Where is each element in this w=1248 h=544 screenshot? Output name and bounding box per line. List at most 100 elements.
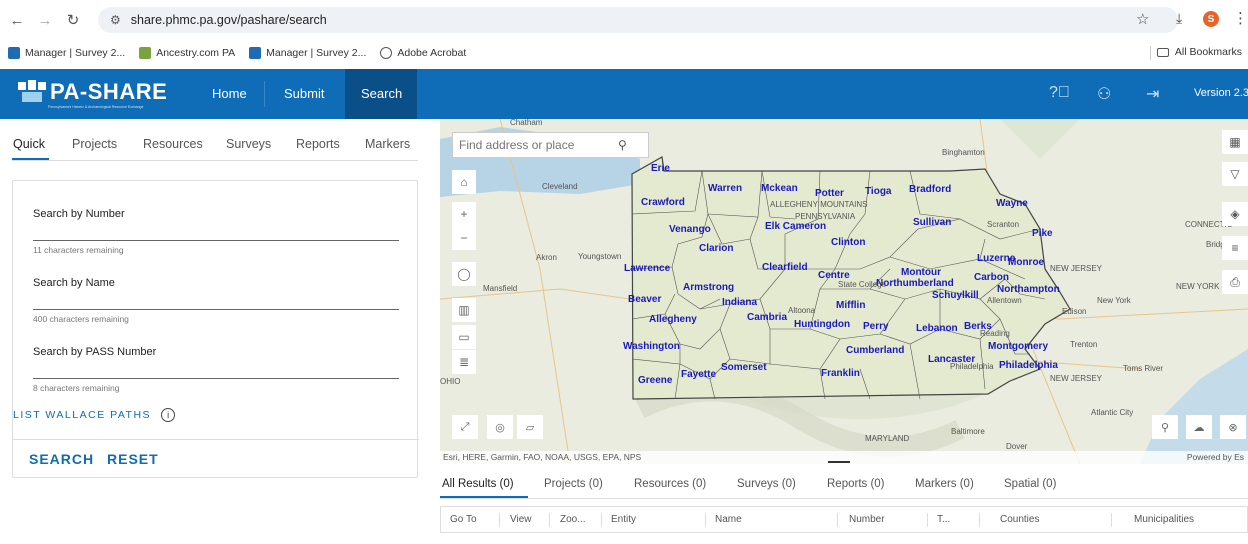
draw-polygon-icon[interactable]: ▱ [517, 415, 543, 439]
address-bar[interactable]: ⚙ share.phmc.pa.gov/pashare/search [98, 7, 1178, 33]
info-icon[interactable]: i [161, 408, 176, 422]
all-bookmarks-button[interactable]: All Bookmarks [1156, 46, 1242, 58]
pa-share-logo[interactable]: PA-SHARE [18, 79, 167, 105]
map-search-tool-icon[interactable]: ⚲ [1152, 415, 1178, 439]
column-header[interactable]: View [510, 514, 532, 525]
search-icon[interactable]: ⚲ [618, 138, 627, 152]
search-by-name-input[interactable] [33, 309, 399, 310]
layers-icon[interactable]: ◈ [1222, 202, 1248, 226]
tab-projects[interactable]: Projects [72, 137, 117, 151]
map-address-search[interactable]: ⚲ [452, 132, 649, 158]
forward-arrow-icon[interactable]: → [34, 9, 56, 31]
svg-text:Beaver: Beaver [628, 294, 661, 305]
svg-text:Venango: Venango [669, 224, 711, 235]
svg-text:Mckean: Mckean [761, 183, 798, 194]
measure-icon[interactable]: ▭ [452, 325, 476, 349]
bookmark-star-icon[interactable]: ☆ [1136, 10, 1149, 28]
column-header[interactable]: Name [715, 514, 742, 525]
tab-resources[interactable]: Resources [143, 137, 203, 151]
bookmark-item[interactable]: Ancestry.com PA [139, 47, 235, 59]
search-button[interactable]: SEARCH [29, 451, 94, 467]
nav-submit[interactable]: Submit [268, 69, 340, 119]
column-header[interactable]: Municipalities [1134, 514, 1194, 525]
column-separator [705, 513, 706, 527]
tab-projects-results[interactable]: Projects (0) [544, 478, 603, 490]
svg-text:Greene: Greene [638, 375, 673, 386]
download-icon[interactable]: ⤓ [1176, 10, 1182, 27]
basemap-gallery-icon[interactable]: ▦ [1222, 130, 1248, 154]
logo-subtitle: Pennsylvania's Historic & Archaeological… [48, 105, 144, 109]
tab-resources-results[interactable]: Resources (0) [634, 478, 706, 490]
svg-text:Wayne: Wayne [996, 198, 1028, 209]
profile-avatar[interactable]: S [1203, 11, 1219, 27]
column-header[interactable]: Number [849, 514, 885, 525]
map-view[interactable]: Erie Warren Mckean Potter Tioga Bradford… [440, 119, 1248, 464]
list-wallace-paths-link[interactable]: LIST WALLACE PATHS i [13, 408, 176, 422]
user-icon[interactable]: ⚇ [1097, 84, 1111, 104]
clear-icon[interactable]: ⊗ [1220, 415, 1246, 439]
powered-by-link[interactable]: Powered by Es [1187, 451, 1244, 464]
nav-home[interactable]: Home [196, 69, 263, 119]
svg-text:Bradford: Bradford [909, 184, 951, 195]
tab-markers[interactable]: Markers [365, 137, 410, 151]
trash-icon[interactable]: ▥ [452, 298, 476, 322]
svg-text:Tioga: Tioga [865, 186, 892, 197]
fullscreen-icon[interactable]: ⤢ [452, 415, 478, 439]
column-separator [927, 513, 928, 527]
search-by-pass-input[interactable] [33, 378, 399, 379]
bookmark-item[interactable]: Manager | Survey 2... [249, 47, 366, 59]
folder-icon [1156, 47, 1169, 57]
bookmarks-bar: Manager | Survey 2... Ancestry.com PA Ma… [0, 40, 1248, 66]
bookmark-item[interactable]: Adobe Acrobat [380, 47, 466, 59]
tab-reports-results[interactable]: Reports (0) [827, 478, 885, 490]
logout-icon[interactable]: ⇥ [1146, 84, 1159, 104]
select-feature-icon[interactable]: ◎ [487, 415, 513, 439]
tab-quick[interactable]: Quick [13, 137, 45, 151]
search-by-pass-label: Search by PASS Number [33, 346, 157, 358]
column-header[interactable]: T... [937, 514, 950, 525]
menu-kebab-icon[interactable]: ⋮ [1233, 9, 1248, 27]
tab-surveys-results[interactable]: Surveys (0) [737, 478, 796, 490]
svg-text:NEW YORK: NEW YORK [1176, 282, 1220, 291]
map-search-input[interactable] [453, 138, 618, 152]
reload-icon[interactable]: ↻ [62, 9, 84, 31]
tab-spatial-results[interactable]: Spatial (0) [1004, 478, 1056, 490]
column-header[interactable]: Zoo... [560, 514, 586, 525]
name-chars-remaining: 400 characters remaining [33, 314, 129, 324]
nav-search[interactable]: Search [345, 69, 417, 119]
legend-list-icon[interactable]: ≡ [1222, 236, 1248, 260]
tab-surveys[interactable]: Surveys [226, 137, 271, 151]
home-extent-icon[interactable]: ⌂ [452, 170, 476, 194]
svg-text:ALLEGHENY MOUNTAINS: ALLEGHENY MOUNTAINS [770, 200, 868, 209]
svg-text:Edison: Edison [1062, 307, 1086, 316]
site-settings-icon[interactable]: ⚙ [110, 13, 121, 27]
upload-icon[interactable]: ☁ [1186, 415, 1212, 439]
search-by-number-input[interactable] [33, 240, 399, 241]
column-separator [601, 513, 602, 527]
column-separator [979, 513, 980, 527]
svg-text:Northumberland: Northumberland [876, 278, 954, 289]
locate-icon[interactable]: ◯ [452, 262, 476, 286]
help-icon[interactable]: ?⃝ [1049, 84, 1070, 102]
svg-text:Erie: Erie [651, 163, 670, 174]
filter-icon[interactable]: ▽ [1222, 162, 1248, 186]
bookmark-favicon-icon [249, 47, 262, 59]
svg-text:Baltimore: Baltimore [951, 427, 985, 436]
tab-all-results[interactable]: All Results (0) [442, 478, 514, 490]
bookmark-item[interactable]: Manager | Survey 2... [8, 47, 125, 59]
zoom-out-icon[interactable]: − [452, 226, 476, 250]
tab-reports[interactable]: Reports [296, 137, 340, 151]
resize-handle-icon[interactable] [828, 461, 850, 464]
layers-stack-icon[interactable]: ≣ [452, 350, 476, 374]
zoom-in-icon[interactable]: + [452, 202, 476, 226]
column-separator [1111, 513, 1112, 527]
reset-button[interactable]: RESET [107, 451, 159, 467]
back-arrow-icon[interactable]: ← [6, 9, 28, 31]
print-icon[interactable]: ⎙ [1222, 270, 1248, 294]
column-header[interactable]: Entity [611, 514, 636, 525]
column-header[interactable]: Counties [1000, 514, 1039, 525]
svg-text:Somerset: Somerset [721, 362, 767, 373]
tab-markers-results[interactable]: Markers (0) [915, 478, 974, 490]
tabs-divider [12, 160, 418, 161]
column-header[interactable]: Go To [450, 514, 477, 525]
